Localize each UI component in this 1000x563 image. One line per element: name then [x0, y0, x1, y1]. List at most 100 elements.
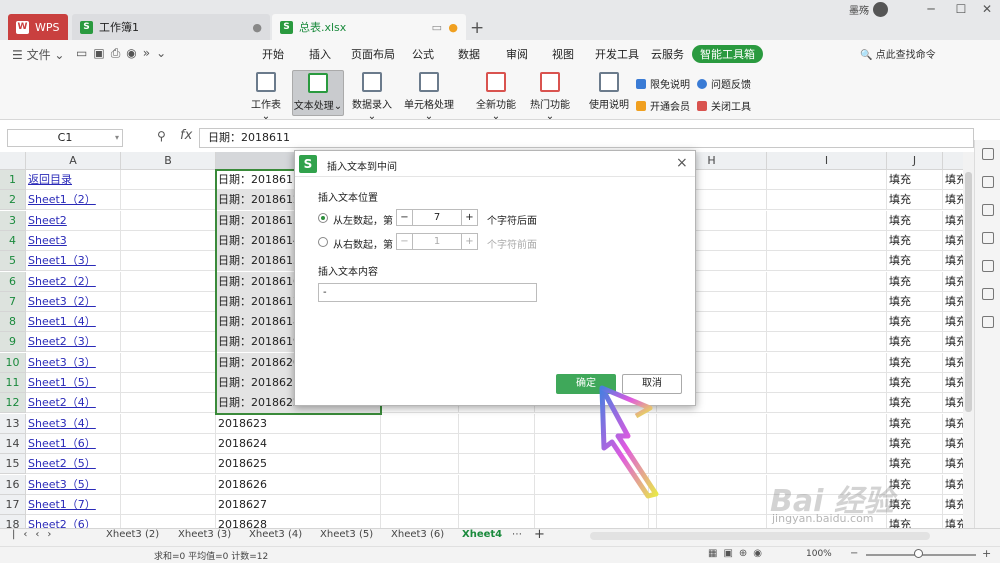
fill-cell[interactable]: 填充	[887, 393, 943, 414]
quick-access-toolbar[interactable]: ▭▣⎙◉»⌄	[76, 46, 172, 61]
decrement-button[interactable]: −	[397, 210, 413, 225]
row-header[interactable]: 16	[0, 474, 26, 495]
fill-cell[interactable]: 填充	[887, 332, 943, 353]
cursor-icon[interactable]	[982, 148, 994, 160]
vertical-scrollbar[interactable]	[963, 152, 974, 528]
free-limit-link[interactable]: 限免说明	[636, 76, 690, 91]
customize-icon[interactable]: ⌄	[156, 46, 172, 60]
empty-cell[interactable]	[121, 474, 216, 495]
row-header[interactable]: 8	[0, 312, 26, 333]
zoom-search-icon[interactable]: ⚲	[157, 129, 166, 143]
empty-cell[interactable]	[381, 494, 459, 515]
row-header[interactable]: 2	[0, 190, 26, 211]
radio-from-left[interactable]	[318, 213, 328, 223]
shape-icon[interactable]	[982, 204, 994, 216]
zoom-slider-thumb[interactable]	[914, 549, 923, 558]
menu-review[interactable]: 审阅	[506, 46, 528, 62]
empty-cell[interactable]	[767, 433, 887, 454]
empty-cell[interactable]	[657, 515, 767, 528]
date-cell[interactable]: 2018623	[216, 413, 381, 434]
fill-cell[interactable]: 填充	[887, 251, 943, 272]
increment-button[interactable]: +	[461, 234, 477, 249]
close-icon[interactable]: ●	[252, 21, 262, 34]
empty-cell[interactable]	[767, 170, 887, 190]
empty-cell[interactable]	[767, 271, 887, 292]
empty-cell[interactable]	[121, 494, 216, 515]
empty-cell[interactable]	[767, 393, 887, 414]
link-cell[interactable]: Sheet3（3）	[26, 352, 121, 373]
row-header[interactable]: 5	[0, 251, 26, 272]
row-header[interactable]: 7	[0, 291, 26, 312]
link-cell[interactable]: Sheet2（6）	[26, 515, 121, 528]
empty-cell[interactable]	[767, 291, 887, 312]
empty-cell[interactable]	[121, 515, 216, 528]
monitor-icon[interactable]: ▭	[432, 21, 442, 34]
zoom-out-button[interactable]: −	[850, 548, 858, 559]
empty-cell[interactable]	[381, 474, 459, 495]
empty-cell[interactable]	[767, 373, 887, 393]
row-header[interactable]: 1	[0, 170, 26, 190]
maximize-button[interactable]: ☐	[948, 0, 974, 20]
row-header[interactable]: 18	[0, 515, 26, 528]
row-header[interactable]: 3	[0, 210, 26, 231]
fill-cell[interactable]: 填充	[887, 454, 943, 475]
property-icon[interactable]	[982, 232, 994, 244]
name-box[interactable]: C1 ▾	[7, 129, 123, 147]
menu-view[interactable]: 视图	[552, 46, 574, 62]
print-icon[interactable]: ⎙	[111, 46, 127, 60]
more-sheets-icon[interactable]: ⋯	[512, 529, 522, 540]
right-count-stepper[interactable]: − 1 +	[396, 233, 478, 250]
empty-cell[interactable]	[459, 515, 535, 528]
row-header[interactable]: 11	[0, 373, 26, 393]
fill-cell[interactable]: 填充	[887, 312, 943, 333]
empty-cell[interactable]	[767, 454, 887, 475]
fill-cell[interactable]: 填充	[887, 291, 943, 312]
empty-cell[interactable]	[381, 454, 459, 475]
empty-cell[interactable]	[121, 393, 216, 414]
menu-page-layout[interactable]: 页面布局	[351, 46, 395, 62]
empty-cell[interactable]	[121, 230, 216, 251]
link-cell[interactable]: Sheet1（6）	[26, 433, 121, 454]
link-cell[interactable]: Sheet1（4）	[26, 312, 121, 333]
fx-icon[interactable]: fx	[180, 128, 192, 143]
sheet-tab-active[interactable]: Xheet4	[462, 529, 502, 540]
empty-cell[interactable]	[121, 170, 216, 190]
empty-cell[interactable]	[767, 332, 887, 353]
tab-wps-home[interactable]: W WPS	[8, 14, 68, 40]
empty-cell[interactable]	[459, 474, 535, 495]
dialog-titlebar[interactable]: S 插入文本到中间 ×	[295, 151, 695, 177]
empty-cell[interactable]	[121, 251, 216, 272]
fill-cell[interactable]: 填充	[887, 474, 943, 495]
row-header[interactable]: 15	[0, 454, 26, 475]
empty-cell[interactable]	[121, 352, 216, 373]
link-cell[interactable]: Sheet1（2）	[26, 190, 121, 211]
link-cell[interactable]: 返回目录	[26, 170, 121, 190]
data-entry-button[interactable]: 数据录入⌄	[348, 70, 396, 122]
apps-icon[interactable]	[982, 316, 994, 328]
zoom-level[interactable]: 100%	[806, 549, 832, 559]
cell-processing-button[interactable]: 单元格处理⌄	[401, 70, 457, 122]
feedback-link[interactable]: 问题反馈	[697, 76, 751, 91]
empty-cell[interactable]	[459, 494, 535, 515]
menu-smart-toolbox[interactable]: 智能工具箱	[692, 45, 763, 63]
hot-features-button[interactable]: 热门功能⌄	[526, 70, 574, 122]
column-header[interactable]: B	[121, 152, 216, 170]
column-header[interactable]: A	[26, 152, 121, 170]
link-cell[interactable]: Sheet3	[26, 230, 121, 251]
menu-start[interactable]: 开始	[262, 46, 284, 62]
fill-cell[interactable]: 填充	[887, 433, 943, 454]
left-count-stepper[interactable]: − 7 +	[396, 209, 478, 226]
new-tab-button[interactable]: +	[470, 18, 484, 38]
row-header[interactable]: 17	[0, 494, 26, 515]
horizontal-scrollbar[interactable]	[590, 532, 930, 540]
new-features-button[interactable]: 全新功能⌄	[472, 70, 520, 122]
user-guide-button[interactable]: 使用说明	[588, 70, 630, 116]
style-icon[interactable]	[982, 176, 994, 188]
fill-cell[interactable]: 填充	[887, 352, 943, 373]
radio-from-right[interactable]	[318, 237, 328, 247]
empty-cell[interactable]	[121, 210, 216, 231]
empty-cell[interactable]	[121, 373, 216, 393]
column-header[interactable]: J	[887, 152, 943, 170]
link-cell[interactable]: Sheet2（2）	[26, 271, 121, 292]
close-window-button[interactable]: ✕	[974, 0, 1000, 20]
